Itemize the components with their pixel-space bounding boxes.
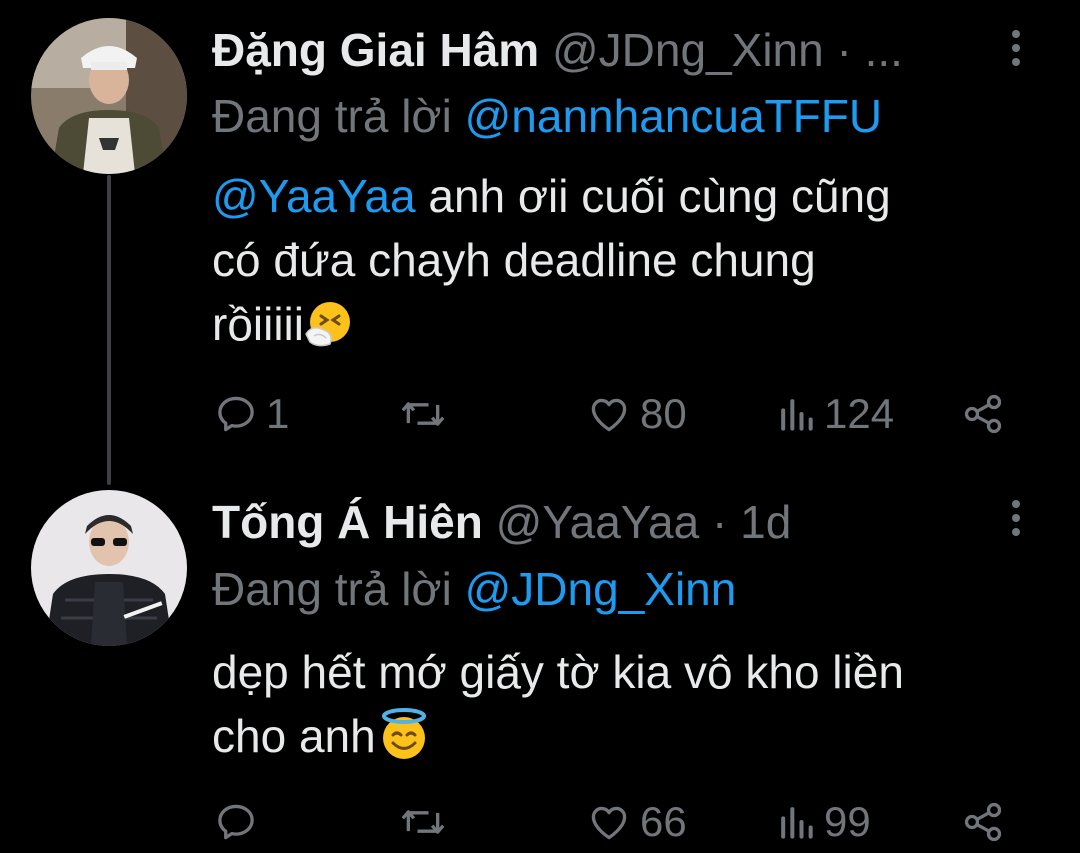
like-button[interactable]: 80 — [586, 384, 687, 444]
user-handle[interactable]: @JDng_Xinn — [552, 24, 824, 76]
share-icon — [960, 392, 1006, 436]
reply-prefix: Đang trả lời — [212, 90, 452, 142]
more-options-icon[interactable] — [1004, 500, 1028, 546]
timestamp[interactable]: ... — [865, 24, 903, 76]
tweet-text: @YaaYaa anh ơii cuối cùng cũng có đứa ch… — [212, 164, 1032, 356]
body-mention[interactable]: @YaaYaa — [212, 170, 416, 222]
body-text-line2: có đứa chayh deadline chung — [212, 234, 816, 286]
retweet-icon — [398, 800, 448, 844]
views-icon — [776, 392, 816, 436]
separator: · — [712, 496, 728, 548]
views-button[interactable]: 124 — [776, 384, 894, 444]
views-icon — [776, 800, 816, 844]
reply-prefix: Đang trả lời — [212, 563, 452, 615]
tweet[interactable]: Tống Á Hiên @YaaYaa · 1d Đang trả lời @J… — [0, 470, 1080, 853]
sneezing-face-emoji — [304, 300, 352, 348]
tweet-actions: 66 99 — [0, 792, 1080, 852]
retweet-button[interactable] — [398, 792, 456, 852]
body-text-line2: cho anh — [212, 710, 376, 762]
reply-button[interactable]: 1 — [214, 384, 289, 444]
tweet-actions: 1 80 124 — [0, 384, 1080, 444]
reply-count: 1 — [266, 390, 290, 437]
separator: · — [836, 24, 852, 76]
user-handle[interactable]: @YaaYaa — [496, 496, 700, 548]
avatar[interactable] — [31, 490, 187, 646]
like-count: 66 — [640, 798, 687, 845]
reply-button[interactable] — [214, 792, 266, 852]
body-text-line3: rồiiiii — [212, 298, 304, 350]
reply-to-mention[interactable]: @nannhancuaTFFU — [465, 90, 882, 142]
timestamp[interactable]: 1d — [740, 496, 791, 548]
like-count: 80 — [640, 390, 687, 437]
tweet-header: Đặng Giai Hâm @JDng_Xinn · ... — [212, 22, 903, 78]
reply-to-mention[interactable]: @JDng_Xinn — [465, 563, 737, 615]
share-icon — [960, 800, 1006, 844]
more-options-icon[interactable] — [1004, 30, 1028, 76]
retweet-button[interactable] — [398, 384, 456, 444]
display-name[interactable]: Tống Á Hiên — [212, 496, 483, 548]
avatar[interactable] — [31, 18, 187, 174]
body-text-line1: anh ơii cuối cùng cũng — [415, 170, 891, 222]
tweet-text: dẹp hết mớ giấy tờ kia vô kho liền cho a… — [212, 640, 1032, 768]
replying-to: Đang trả lời @JDng_Xinn — [212, 561, 736, 617]
like-icon — [586, 392, 632, 436]
display-name[interactable]: Đặng Giai Hâm — [212, 24, 539, 76]
views-count: 99 — [824, 798, 871, 845]
share-button[interactable] — [960, 384, 1006, 444]
body-text-line1: dẹp hết mớ giấy tờ kia vô kho liền — [212, 646, 904, 698]
smiling-face-with-halo-emoji — [376, 708, 426, 759]
share-button[interactable] — [960, 792, 1006, 852]
replying-to: Đang trả lời @nannhancuaTFFU — [212, 88, 882, 144]
like-icon — [586, 800, 632, 844]
tweet[interactable]: Đặng Giai Hâm @JDng_Xinn · ... Đang trả … — [0, 0, 1080, 470]
retweet-icon — [398, 392, 448, 436]
tweet-header: Tống Á Hiên @YaaYaa · 1d — [212, 494, 791, 550]
like-button[interactable]: 66 — [586, 792, 687, 852]
reply-icon — [214, 392, 258, 436]
reply-icon — [214, 800, 258, 844]
views-count: 124 — [824, 390, 895, 437]
views-button[interactable]: 99 — [776, 792, 871, 852]
